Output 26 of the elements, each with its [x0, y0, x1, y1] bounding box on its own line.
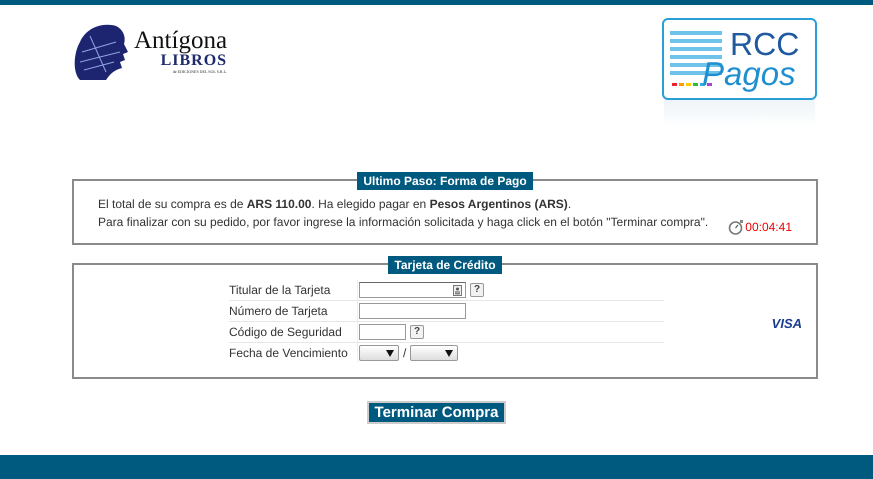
- card-brand: VISA: [772, 316, 802, 331]
- contact-card-icon[interactable]: [453, 284, 462, 296]
- input-field[interactable]: [359, 303, 466, 319]
- field-label: Titular de la Tarjeta: [229, 283, 332, 297]
- stopwatch-icon: [728, 219, 744, 235]
- field-label: Código de Seguridad: [229, 325, 343, 339]
- panel-title: Tarjeta de Crédito: [388, 256, 502, 274]
- month-dropdown[interactable]: [359, 345, 399, 361]
- store-subtitle: LIBROS: [160, 53, 228, 69]
- date-separator: /: [403, 346, 406, 360]
- dropdown-arrow-icon[interactable]: [445, 350, 454, 356]
- countdown-timer: 00:04:41: [745, 220, 792, 234]
- summary-text: Para finalizar con su pedido, por favor ingrese la información solicitada y haga click en el botón "Terminar compra".: [98, 214, 710, 231]
- panel-title: Ultimo Paso: Forma de Pago: [357, 172, 533, 190]
- help-button[interactable]: ?: [410, 325, 424, 339]
- field-label: Fecha de Vencimiento: [229, 346, 349, 360]
- dropdown-arrow-icon[interactable]: [386, 350, 394, 356]
- year-dropdown[interactable]: [410, 345, 458, 361]
- field-label: Número de Tarjeta: [229, 304, 328, 318]
- summary-text: El total de su compra es de ARS 110.00. Ha elegido pagar en Pesos Argentinos (ARS).: [98, 196, 572, 213]
- submit-button[interactable]: Terminar Compra: [366, 401, 506, 424]
- help-button[interactable]: ?: [470, 283, 484, 297]
- input-field[interactable]: [359, 324, 406, 340]
- store-name: Antígona: [134, 29, 228, 53]
- input-field[interactable]: [359, 282, 466, 298]
- logo-text: RCC: [729, 29, 800, 59]
